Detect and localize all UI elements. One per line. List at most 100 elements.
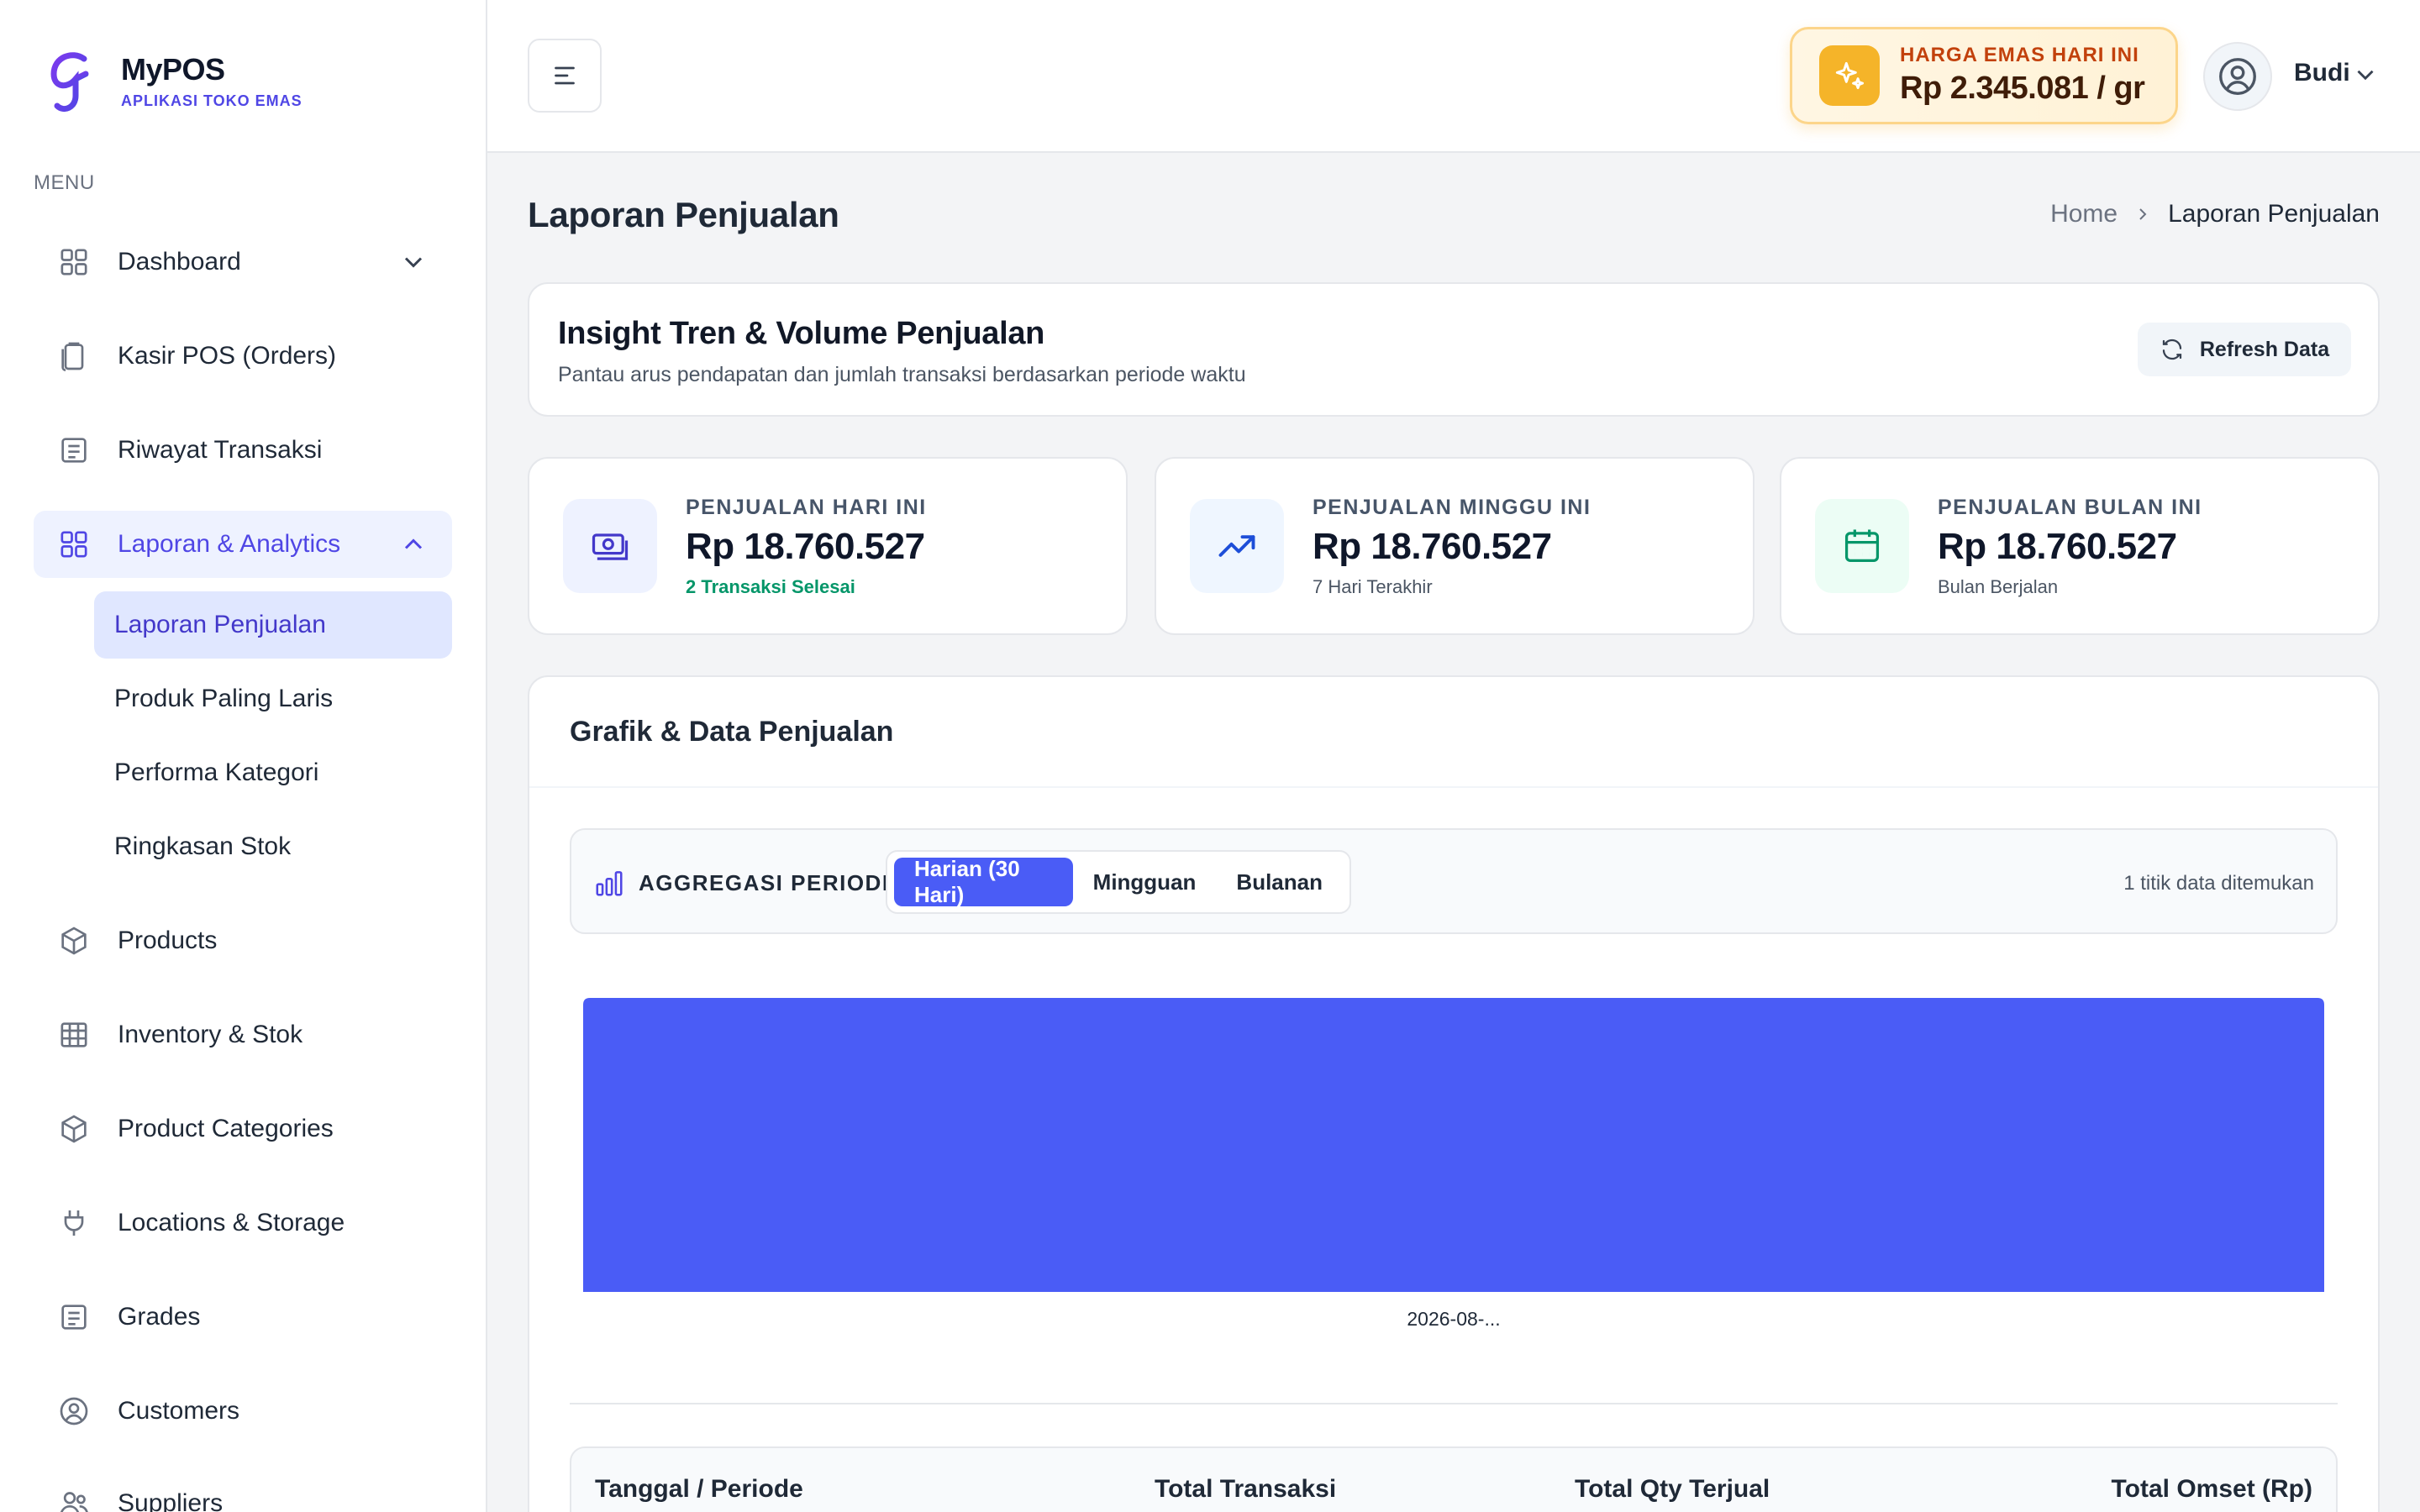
cube-icon [55,922,92,959]
grid-icon [55,244,92,281]
cube-icon [55,1110,92,1147]
sidebar-item-label: Inventory & Stok [118,1021,303,1048]
stat-card-month: PENJUALAN BULAN INI Rp 18.760.527 Bulan … [1780,457,2380,635]
document-icon [55,432,92,469]
insight-card: Insight Tren & Volume Penjualan Pantau a… [528,282,2380,417]
sidebar-item-customers[interactable]: Customers [34,1378,452,1445]
refresh-data-button[interactable]: Refresh Data [2138,323,2351,376]
table-header-row: Tanggal / Periode Total Transaksi Total … [570,1446,2338,1512]
brand-name: MyPOS [121,52,225,87]
chevron-up-icon [404,538,423,549]
users-icon [55,1485,92,1512]
user-circle-icon [55,1393,92,1430]
sidebar-subitem-laporan-penjualan[interactable]: Laporan Penjualan [94,591,452,659]
gold-price-value: Rp 2.345.081 / gr [1900,71,2145,106]
stat-card-week: PENJUALAN MINGGU INI Rp 18.760.527 7 Har… [1155,457,1754,635]
brand[interactable]: MyPOS APLIKASI TOKO EMAS [47,49,302,116]
sidebar-item-label: Grades [118,1303,201,1331]
stat-label: PENJUALAN BULAN INI [1938,496,2202,519]
document-icon [55,1299,92,1336]
tab-bulanan[interactable]: Bulanan [1216,858,1343,906]
brand-subtitle: APLIKASI TOKO EMAS [121,92,302,109]
chevron-down-icon [404,257,423,268]
gold-price-label: HARGA EMAS HARI INI [1900,44,2139,66]
period-label: AGGREGASI PERIODE: [639,870,907,895]
stat-value: Rp 18.760.527 [1938,526,2177,567]
refresh-icon [2162,339,2181,360]
trend-up-icon [1190,499,1284,593]
sidebar-item-label: Products [118,927,218,954]
refresh-data-label: Refresh Data [2199,337,2330,361]
breadcrumb-home-link[interactable]: Home [2050,200,2118,228]
insight-title: Insight Tren & Volume Penjualan [558,316,1045,351]
sales-bar-chart: 2026-08-... [583,998,2324,1330]
chart-bar[interactable] [583,998,2324,1292]
brand-logo-icon [50,52,89,112]
calendar-icon [1815,499,1909,593]
sidebar-item-label: Locations & Storage [118,1209,345,1236]
stat-note: 7 Hari Terakhir [1313,576,1433,597]
menu-toggle-button[interactable] [528,39,602,113]
stat-card-today: PENJUALAN HARI INI Rp 18.760.527 2 Trans… [528,457,1128,635]
table-icon [55,1016,92,1053]
divider [570,1403,2338,1404]
plug-icon [55,1205,92,1242]
sidebar-item-grades[interactable]: Grades [34,1284,452,1351]
stat-value: Rp 18.760.527 [1313,526,1552,567]
page-title: Laporan Penjualan [528,195,839,234]
divider [529,786,2378,788]
table-header-omset[interactable]: Total Omset (Rp) [2112,1475,2312,1504]
user-name[interactable]: Budi [2294,59,2350,87]
sparkles-icon [1819,45,1880,106]
chevron-right-icon [2139,208,2147,220]
sidebar-subitem-performa-kategori[interactable]: Performa Kategori [94,739,452,806]
period-tabs: Harian (30 Hari) Mingguan Bulanan [886,850,1351,914]
graph-title: Grafik & Data Penjualan [570,716,894,748]
sidebar-item-label: Suppliers [118,1489,224,1512]
menu-heading: MENU [34,171,95,194]
table-header-transaksi[interactable]: Total Transaksi [1155,1475,1336,1504]
money-icon [563,499,657,593]
data-point-count: 1 titik data ditemukan [2123,872,2314,895]
sidebar-item-label: Product Categories [118,1115,334,1142]
period-filter-bar: AGGREGASI PERIODE: Harian (30 Hari) Ming… [570,828,2338,934]
sidebar-item-product-categories[interactable]: Product Categories [34,1095,452,1163]
user-avatar[interactable] [2203,42,2272,111]
sidebar-item-suppliers[interactable]: Suppliers [34,1470,452,1512]
sidebar-item-locations-storage[interactable]: Locations & Storage [34,1189,452,1257]
user-circle-icon [2219,58,2256,95]
chart-x-tick-label: 2026-08-... [1407,1308,1500,1330]
sidebar-item-riwayat-transaksi[interactable]: Riwayat Transaksi [34,417,452,484]
sidebar-item-kasir-pos[interactable]: Kasir POS (Orders) [34,323,452,390]
sidebar: MyPOS APLIKASI TOKO EMAS MENU Dashboard … [0,0,487,1512]
sidebar-item-label: Riwayat Transaksi [118,436,323,464]
sidebar-item-label: Dashboard [118,248,241,276]
table-header-qty[interactable]: Total Qty Terjual [1575,1475,1770,1504]
insight-subtitle: Pantau arus pendapatan dan jumlah transa… [558,363,1246,386]
sidebar-item-laporan-analytics[interactable]: Laporan & Analytics [34,511,452,578]
clipboard-icon [55,338,92,375]
sidebar-item-label: Kasir POS (Orders) [118,342,337,370]
hamburger-icon [555,66,575,85]
tab-harian[interactable]: Harian (30 Hari) [894,856,1073,907]
sidebar-item-inventory-stok[interactable]: Inventory & Stok [34,1001,452,1068]
stat-note: 2 Transaksi Selesai [686,576,855,597]
stat-label: PENJUALAN HARI INI [686,496,927,519]
stat-value: Rp 18.760.527 [686,526,925,567]
chevron-down-icon[interactable] [2351,60,2380,89]
grid-icon [55,526,92,563]
bar-chart-icon [596,871,623,896]
top-header: HARGA EMAS HARI INI Rp 2.345.081 / gr Bu… [487,0,2420,153]
sidebar-item-products[interactable]: Products [34,907,452,974]
tab-mingguan[interactable]: Mingguan [1073,858,1217,906]
sidebar-item-dashboard[interactable]: Dashboard [34,228,452,296]
table-header-periode[interactable]: Tanggal / Periode [595,1475,803,1504]
breadcrumb-current: Laporan Penjualan [2168,200,2380,228]
sales-graph-card: Grafik & Data Penjualan AGGREGASI PERIOD… [528,675,2380,1512]
sidebar-subitem-ringkasan-stok[interactable]: Ringkasan Stok [94,813,452,880]
stat-note: Bulan Berjalan [1938,576,2059,597]
stat-label: PENJUALAN MINGGU INI [1313,496,1591,519]
sidebar-item-label: Laporan & Analytics [118,530,341,558]
sidebar-item-label: Customers [118,1397,240,1425]
sidebar-subitem-produk-paling-laris[interactable]: Produk Paling Laris [94,665,452,732]
